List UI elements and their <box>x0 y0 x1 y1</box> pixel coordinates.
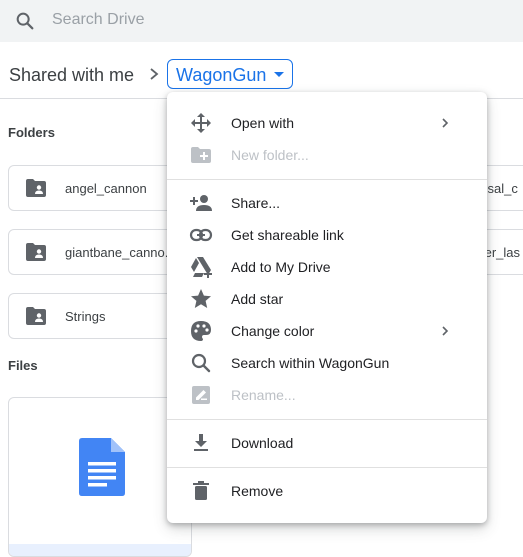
breadcrumb-current-label: WagonGun <box>176 65 267 85</box>
rename-icon <box>192 386 210 404</box>
breadcrumb-root[interactable]: Shared with me <box>9 64 134 86</box>
link-icon <box>189 228 213 242</box>
shared-folder-icon <box>26 243 46 261</box>
folder-card[interactable]: giantbane_canno... <box>8 229 188 275</box>
search-bar[interactable]: Search Drive <box>0 0 523 42</box>
menu-item-add-to-drive[interactable]: Add to My Drive <box>167 251 487 283</box>
menu-divider <box>167 179 487 180</box>
search-input[interactable]: Search Drive <box>52 10 144 30</box>
menu-item-label: New folder... <box>231 147 309 163</box>
shared-folder-icon <box>26 179 46 197</box>
context-menu: Open with New folder... Share... Get sha… <box>167 92 487 523</box>
caret-down-icon <box>274 72 284 77</box>
download-icon <box>194 434 208 451</box>
folder-card[interactable]: Strings <box>8 293 188 339</box>
menu-item-search-within[interactable]: Search within WagonGun <box>167 347 487 379</box>
shared-folder-icon <box>26 307 46 325</box>
search-icon[interactable] <box>14 10 36 32</box>
menu-item-label: Search within WagonGun <box>231 355 390 371</box>
menu-item-new-folder[interactable]: New folder... <box>167 139 487 171</box>
search-icon <box>191 353 211 373</box>
chevron-right-icon <box>442 326 449 336</box>
menu-item-remove[interactable]: Remove <box>167 475 487 507</box>
folders-heading: Folders <box>8 125 55 140</box>
trash-icon <box>193 481 209 500</box>
menu-divider <box>167 467 487 468</box>
menu-item-label: Change color <box>231 323 315 339</box>
files-heading: Files <box>8 358 38 373</box>
menu-item-label: Add star <box>231 291 284 307</box>
folder-name: Strings <box>65 309 106 324</box>
google-docs-icon <box>79 438 125 496</box>
share-person-icon <box>190 195 212 211</box>
file-card[interactable] <box>8 397 192 557</box>
star-icon <box>191 289 211 308</box>
menu-item-label: Download <box>231 435 294 451</box>
menu-item-label: Add to My Drive <box>231 259 331 275</box>
file-card-footer <box>9 544 191 556</box>
menu-item-label: Open with <box>231 115 295 131</box>
chevron-right-icon <box>150 68 159 80</box>
menu-item-add-star[interactable]: Add star <box>167 283 487 315</box>
menu-item-label: Get shareable link <box>231 227 344 243</box>
menu-item-share[interactable]: Share... <box>167 187 487 219</box>
breadcrumb-current-folder[interactable]: WagonGun <box>167 59 293 89</box>
menu-item-open-with[interactable]: Open with <box>167 107 487 139</box>
palette-icon <box>191 321 211 341</box>
chevron-right-icon <box>442 118 449 128</box>
open-with-icon <box>191 113 211 133</box>
menu-item-label: Remove <box>231 483 284 499</box>
menu-item-download[interactable]: Download <box>167 427 487 459</box>
folder-name: angel_cannon <box>65 181 147 196</box>
menu-item-label: Share... <box>231 195 281 211</box>
menu-item-change-color[interactable]: Change color <box>167 315 487 347</box>
new-folder-icon <box>191 147 211 163</box>
menu-item-rename[interactable]: Rename... <box>167 379 487 411</box>
menu-divider <box>167 419 487 420</box>
menu-item-label: Rename... <box>231 387 296 403</box>
add-to-drive-icon <box>191 257 212 278</box>
folder-card[interactable]: angel_cannon <box>8 165 188 211</box>
folder-name: giantbane_canno... <box>65 245 176 260</box>
menu-item-get-link[interactable]: Get shareable link <box>167 219 487 251</box>
